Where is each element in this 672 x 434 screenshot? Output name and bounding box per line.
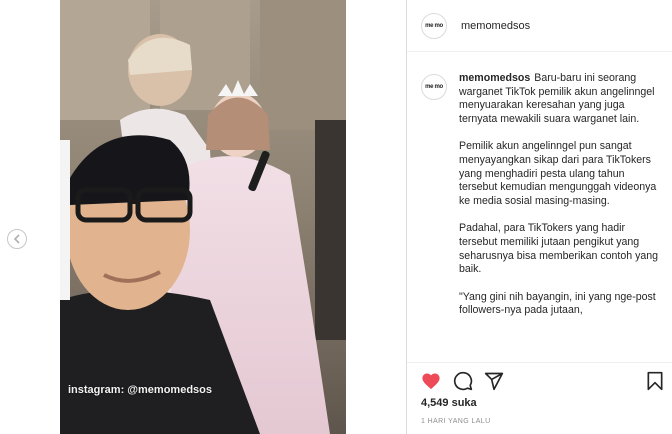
comment-button[interactable] bbox=[453, 371, 473, 391]
right-gutter bbox=[346, 0, 406, 434]
post-header: me mo memomedsos bbox=[407, 0, 672, 52]
caption-paragraph: Padahal, para TikTokers yang hadir terse… bbox=[459, 222, 659, 276]
video-watermark: instagram: @memomedsos bbox=[68, 384, 212, 396]
caption-username-link[interactable]: memomedsos bbox=[459, 72, 530, 84]
username-link[interactable]: memomedsos bbox=[461, 20, 530, 32]
post-video[interactable]: instagram: @memomedsos bbox=[60, 0, 346, 434]
share-button[interactable] bbox=[484, 371, 504, 391]
caption-paragraph: "Yang gini nih bayangin, ini yang nge-po… bbox=[459, 290, 656, 317]
likes-count[interactable]: 4,549 suka bbox=[421, 397, 477, 409]
post-side-panel: me mo memomedsos me mo memomedsos Baru-ba… bbox=[406, 0, 672, 434]
caption-paragraph: Pemilik akun angelinngel pun sangat meny… bbox=[459, 140, 657, 207]
heart-icon bbox=[422, 373, 440, 390]
chevron-left-icon bbox=[13, 234, 20, 244]
like-button[interactable] bbox=[421, 371, 441, 391]
save-button[interactable] bbox=[645, 371, 665, 391]
action-bar: 4,549 suka 1 HARI YANG LALU bbox=[407, 362, 672, 434]
video-frame-image bbox=[60, 0, 346, 434]
caption-paragraph: memomedsos Baru-baru ini seorang warganet… bbox=[459, 72, 659, 126]
comment-icon bbox=[453, 371, 473, 391]
caption-scroll-area[interactable]: me mo memomedsos Baru-baru ini seorang wa… bbox=[407, 60, 672, 362]
caption-text: memomedsos Baru-baru ini seorang warganet… bbox=[459, 72, 659, 332]
caption-avatar[interactable]: me mo bbox=[421, 74, 447, 100]
bookmark-icon bbox=[647, 371, 663, 391]
post-timestamp[interactable]: 1 HARI YANG LALU bbox=[421, 418, 491, 425]
caption-avatar-logo-text: me mo bbox=[425, 84, 443, 90]
left-gutter bbox=[0, 0, 60, 434]
send-icon bbox=[484, 372, 504, 391]
avatar-logo-text: me mo bbox=[425, 22, 443, 29]
previous-post-button[interactable] bbox=[7, 229, 27, 249]
avatar[interactable]: me mo bbox=[421, 12, 447, 39]
caption-row: me mo memomedsos Baru-baru ini seorang wa… bbox=[407, 60, 672, 332]
